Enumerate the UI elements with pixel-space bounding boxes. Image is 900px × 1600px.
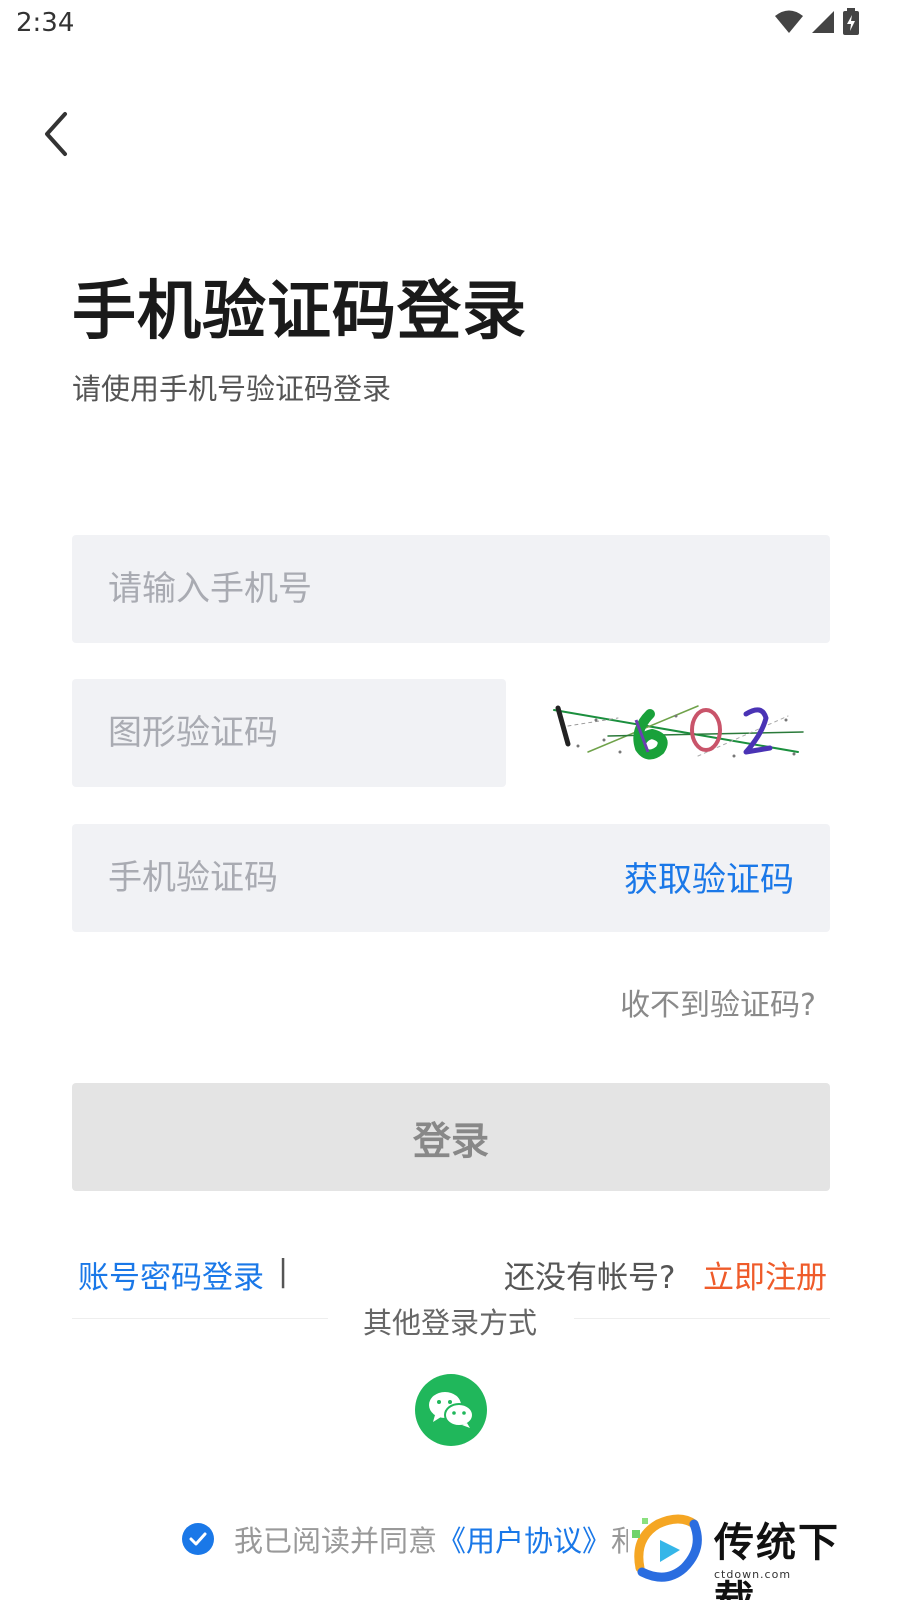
agreement-checkbox[interactable] [182, 1523, 214, 1555]
watermark-logo-icon [632, 1514, 702, 1582]
other-login-label: 其他登录方式 [362, 1306, 537, 1340]
status-icons [774, 8, 860, 36]
password-login-link[interactable]: 账号密码登录 [78, 1252, 264, 1297]
status-time: 2:34 [16, 8, 75, 38]
page-subtitle: 请使用手机号验证码登录 [72, 372, 392, 406]
captcha-image[interactable] [548, 696, 808, 772]
phone-input[interactable] [72, 535, 830, 643]
register-link[interactable]: 立即注册 [703, 1252, 827, 1297]
link-separator: | [278, 1254, 289, 1289]
wechat-icon [429, 1392, 474, 1428]
captcha-field [72, 679, 506, 787]
chevron-left-icon [45, 112, 67, 156]
no-code-link[interactable]: 收不到验证码? [620, 980, 816, 1024]
login-button[interactable]: 登录 [72, 1083, 830, 1191]
sms-code-input[interactable] [72, 824, 552, 932]
status-bar: 2:34 [0, 0, 900, 50]
cellular-signal-icon [812, 11, 834, 33]
battery-charging-icon [843, 8, 859, 35]
get-code-button[interactable]: 获取验证码 [624, 852, 794, 901]
wechat-login-button[interactable] [415, 1374, 487, 1446]
watermark-text: 传统下载 [714, 1520, 840, 1600]
watermark-subtext: ctdown.com [714, 1568, 792, 1581]
watermark: 传统下载 ctdown.com [628, 1506, 878, 1600]
wifi-icon [775, 10, 803, 33]
no-account-text: 还没有帐号? [504, 1260, 676, 1296]
sms-code-field: 获取验证码 [72, 824, 830, 932]
divider-right [574, 1318, 830, 1319]
page-title: 手机验证码登录 [72, 275, 527, 349]
agreement-row: 我已阅读并同意 《用户协议》 和 [182, 1518, 640, 1560]
user-agreement-link[interactable]: 《用户协议》 [437, 1518, 611, 1560]
agreement-prefix: 我已阅读并同意 [234, 1524, 438, 1558]
back-button[interactable] [32, 106, 80, 162]
phone-field [72, 535, 830, 643]
check-icon [189, 1532, 207, 1546]
captcha-input[interactable] [72, 679, 506, 787]
